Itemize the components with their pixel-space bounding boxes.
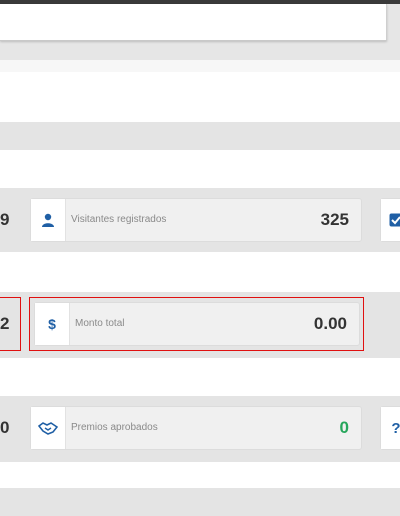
premios-label: Premios aprobados [71, 422, 158, 433]
content-band [0, 150, 400, 188]
content-band [0, 72, 400, 122]
visitantes-label: Visitantes registrados [71, 214, 167, 225]
question-icon: ? [381, 407, 400, 449]
stat-value-partial: 9 [0, 210, 10, 229]
monto-label: Monto total [75, 318, 125, 329]
spacer-band [0, 358, 400, 396]
divider-band [0, 60, 400, 72]
search-bar[interactable] [0, 4, 387, 41]
stat-card-partial: ? [380, 406, 400, 450]
check-icon [381, 199, 400, 241]
spacer-band [0, 462, 400, 488]
premios-value: 0 [339, 418, 349, 437]
question-glyph: ? [391, 419, 400, 437]
stat-value-partial: 2 [0, 314, 10, 333]
monto-card: $ Monto total 0.00 [34, 302, 360, 346]
dollar-icon: $ [35, 303, 70, 345]
section-band [0, 122, 400, 150]
premios-card: Premios aprobados 0 [30, 406, 362, 450]
spacer-band [0, 252, 400, 292]
dollar-glyph: $ [48, 316, 56, 332]
visitantes-card: Visitantes registrados 325 [30, 198, 362, 242]
visitantes-value: 325 [320, 210, 349, 229]
stat-value-partial: 0 [0, 418, 10, 437]
footer-band [0, 488, 400, 516]
monto-value: 0.00 [313, 314, 347, 333]
handshake-icon [31, 407, 66, 449]
user-icon [31, 199, 66, 241]
stat-card-partial [380, 198, 400, 242]
